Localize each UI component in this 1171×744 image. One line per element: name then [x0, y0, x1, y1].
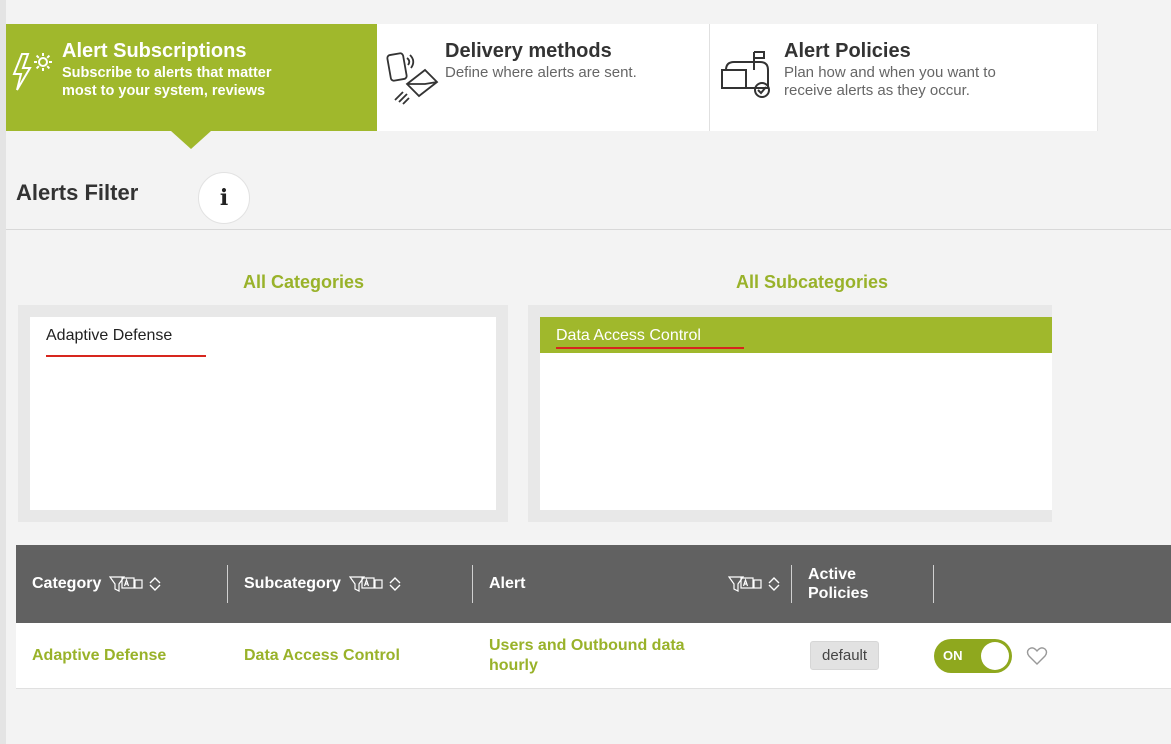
column-separator	[933, 565, 934, 603]
active-tab-pointer	[171, 131, 211, 149]
tab-title: Alert Policies	[784, 40, 911, 62]
filter-text-icon[interactable]	[348, 575, 383, 593]
subscription-toggle[interactable]: ON	[934, 638, 1012, 673]
spellcheck-underline	[556, 347, 744, 349]
filter-text-icon[interactable]	[728, 575, 762, 593]
filter-text-icon[interactable]	[109, 575, 143, 593]
column-header-active-policies: Active Policies	[792, 545, 934, 623]
table-header: Category Subcategory Alert Active Polici…	[16, 545, 1171, 623]
tab-subtitle: Subscribe to alerts that matter	[62, 65, 272, 81]
sort-icon[interactable]	[387, 575, 403, 593]
column-header-subcategory: Subcategory	[228, 545, 473, 623]
toggle-knob	[981, 641, 1009, 670]
tab-subtitle: most to your system, reviews	[62, 83, 266, 99]
sort-icon[interactable]	[147, 575, 163, 593]
cell-alert: Users and Outbound data hourly	[489, 636, 685, 674]
lightning-gear-icon	[8, 48, 58, 98]
tab-delivery-methods[interactable]: Delivery methods Define where alerts are…	[377, 24, 710, 131]
sort-icon[interactable]	[766, 575, 782, 593]
policy-badge[interactable]: default	[810, 641, 880, 670]
tab-subtitle: receive alerts as they occur.	[784, 82, 970, 99]
list-item-label: Data Access Control	[556, 327, 701, 344]
subcategories-listbox[interactable]: Data Access Control	[528, 305, 1052, 522]
alerts-filter-title: Alerts Filter	[16, 180, 139, 205]
tab-title: Delivery methods	[445, 40, 612, 62]
column-header-alert: Alert	[473, 545, 792, 623]
cell-subcategory: Data Access Control	[244, 646, 400, 664]
categories-heading: All Categories	[243, 272, 365, 292]
heart-icon[interactable]	[1026, 646, 1048, 666]
column-header-category: Category	[16, 545, 228, 623]
wizard-tabs: Alert Subscriptions Subscribe to alerts …	[6, 24, 1098, 149]
spellcheck-underline	[46, 355, 206, 357]
alerts-table: Category Subcategory Alert Active Polici…	[16, 545, 1171, 689]
list-item-label: Adaptive Defense	[46, 327, 173, 344]
cell-category: Adaptive Defense	[32, 646, 167, 664]
categories-listbox[interactable]: Adaptive Defense	[18, 305, 508, 522]
mailbox-check-icon	[716, 44, 774, 102]
tab-subtitle: Define where alerts are sent.	[445, 64, 637, 81]
list-item-category[interactable]: Adaptive Defense	[30, 317, 496, 357]
subcategories-heading: All Subcategories	[736, 272, 889, 292]
info-icon: i	[219, 185, 229, 211]
tab-alert-policies[interactable]: Alert Policies Plan how and when you wan…	[710, 24, 1098, 131]
tab-alert-subscriptions[interactable]: Alert Subscriptions Subscribe to alerts …	[6, 24, 377, 149]
info-button[interactable]: i	[198, 172, 250, 224]
tab-title: Alert Subscriptions	[62, 40, 247, 62]
tab-subtitle: Plan how and when you want to	[784, 64, 996, 81]
cell-controls: ON	[934, 638, 1048, 673]
phone-envelope-icon	[385, 50, 441, 106]
table-row: Adaptive Defense Data Access Control Use…	[16, 623, 1171, 689]
toggle-label: ON	[943, 648, 963, 663]
cell-active-policies: default	[792, 641, 934, 670]
divider	[6, 229, 1171, 230]
list-item-subcategory[interactable]: Data Access Control	[540, 317, 1052, 353]
